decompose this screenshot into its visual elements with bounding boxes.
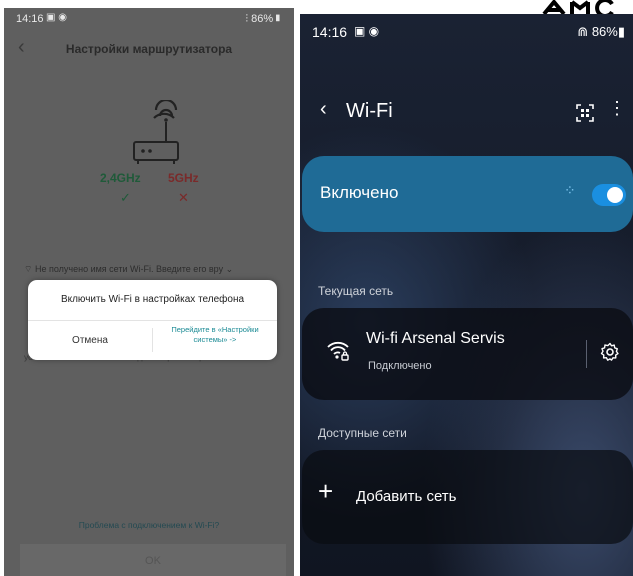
wifi-icon: ⌔ xyxy=(24,264,35,274)
available-networks-header: Доступные сети xyxy=(318,426,407,440)
cross-icon: ✕ xyxy=(178,190,189,205)
status-bar: 14:16 ▣ ◉ ⫶ 86%▮ xyxy=(4,8,294,30)
check-icon: ✓ xyxy=(120,190,131,205)
dialog-title: Включить Wi-Fi в настройках телефона xyxy=(60,294,245,305)
cropped-heading-fragment xyxy=(542,0,614,14)
back-arrow-icon[interactable]: ‹ xyxy=(320,98,327,121)
cancel-button[interactable]: Отмена xyxy=(28,321,152,360)
card-divider xyxy=(586,340,587,368)
status-time: 14:16 xyxy=(16,13,44,25)
plus-icon: + xyxy=(318,476,334,506)
current-network-ssid: Wi-fi Arsenal Servis xyxy=(366,330,505,347)
enable-wifi-dialog: Включить Wi-Fi в настройках телефона Отм… xyxy=(28,280,277,360)
connection-problem-link[interactable]: Проблема с подключением к Wi-Fi? xyxy=(4,520,294,530)
more-options-icon[interactable]: ⋮ xyxy=(608,98,626,118)
page-title: Wi-Fi xyxy=(346,100,393,122)
wifi-toggle-card[interactable]: Включено ⁘ xyxy=(302,156,633,232)
add-network-label: Добавить сеть xyxy=(356,488,457,505)
wifi-toggle-switch[interactable] xyxy=(592,184,626,206)
current-network-card[interactable]: Wi-fi Arsenal Servis Подключено xyxy=(302,308,633,400)
battery-icon: ▮ xyxy=(273,13,282,25)
gear-icon[interactable] xyxy=(600,342,620,362)
wifi-secured-icon xyxy=(327,341,349,361)
router-icon xyxy=(133,100,179,164)
router-settings-screen: 14:16 ▣ ◉ ⫶ 86%▮ ‹ Настройки маршрутизат… xyxy=(4,8,294,576)
nav-bar: ‹ Настройки маршрутизатора xyxy=(4,34,294,64)
wifi-signal-icon: ⋒ xyxy=(577,24,592,39)
open-settings-button[interactable]: Перейдите в «Настройки системы» -> xyxy=(153,325,277,345)
notification-icons: ▣ ◉ xyxy=(46,12,67,23)
current-network-status: Подключено xyxy=(368,360,432,372)
scanning-icon: ⁘ xyxy=(564,182,576,198)
open-settings-line2: системы» -> xyxy=(193,335,237,344)
battery-icon: ▮ xyxy=(617,24,625,39)
battery-level: 86% xyxy=(591,24,618,39)
battery-level: 86% xyxy=(251,13,274,25)
ssid-prompt[interactable]: ⌔ Не получено имя сети Wi-Fi. Введите ег… xyxy=(24,264,286,275)
ok-button[interactable]: OK xyxy=(20,544,286,576)
wifi-toggle-label: Включено xyxy=(320,183,399,202)
status-right: ⋒ 86%▮ xyxy=(577,24,625,40)
chevron-down-icon: ⌄ xyxy=(223,264,234,274)
ssid-prompt-text: Не получено имя сети Wi-Fi. Введите его … xyxy=(34,264,224,274)
page-title: Настройки маршрутизатора xyxy=(65,42,233,56)
add-network-card[interactable]: + Добавить сеть xyxy=(302,450,633,544)
status-right: ⫶ 86%▮ xyxy=(245,13,282,26)
toggle-knob xyxy=(607,187,623,203)
notification-icons: ▣ ◉ xyxy=(354,24,380,38)
status-time: 14:16 xyxy=(312,24,348,40)
wifi-settings-screen: 14:16 ▣ ◉ ⋒ 86%▮ ‹ Wi-Fi ⋮ Включено ⁘ Те… xyxy=(300,14,633,576)
current-network-header: Текущая сеть xyxy=(318,284,394,298)
band-5ghz: 5GHz xyxy=(168,171,199,185)
band-24ghz: 2,4GHz xyxy=(100,171,141,185)
open-settings-line1: Перейдите в «Настройки xyxy=(171,325,259,334)
qr-scan-icon[interactable] xyxy=(576,104,594,122)
